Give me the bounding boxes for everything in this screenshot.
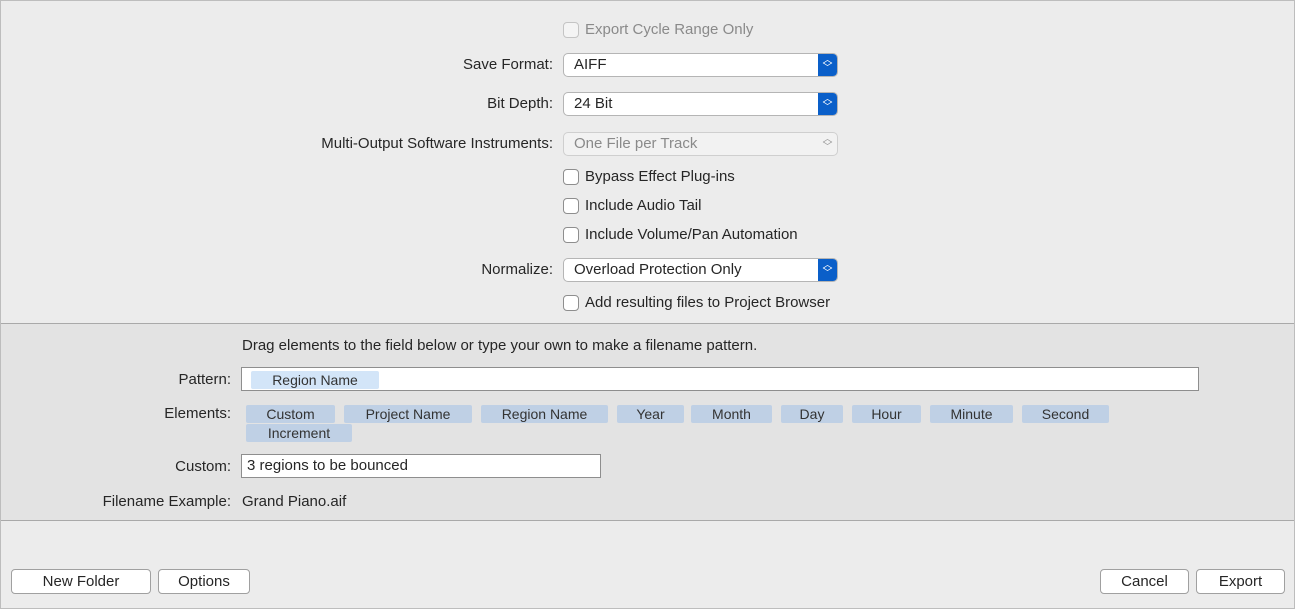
normalize-popup[interactable]: Overload Protection Only ︿ ﹀ [563,258,838,282]
include-audio-tail-checkbox[interactable]: Include Audio Tail [563,197,701,214]
checkbox-label: Bypass Effect Plug-ins [585,168,735,185]
add-to-browser-checkbox[interactable]: Add resulting files to Project Browser [563,294,830,311]
chevron-updown-icon: ︿ ﹀ [818,93,837,115]
include-automation-checkbox[interactable]: Include Volume/Pan Automation [563,226,798,243]
multi-output-label: Multi-Output Software Instruments: [321,135,553,152]
chevron-updown-icon: ︿ ﹀ [818,259,837,281]
pattern-field[interactable]: Region Name [241,367,1199,391]
checkbox-box [563,21,579,38]
normalize-label: Normalize: [481,261,553,278]
element-increment[interactable]: Increment [246,424,352,442]
custom-label: Custom: [175,458,231,475]
options-button[interactable]: Options [158,569,250,594]
filename-example-value: Grand Piano.aif [242,493,347,510]
element-second[interactable]: Second [1022,405,1109,423]
save-format-popup[interactable]: AIFF ︿ ﹀ [563,53,838,77]
element-month[interactable]: Month [691,405,772,423]
custom-input[interactable]: 3 regions to be bounced [241,454,601,478]
checkbox-label: Include Audio Tail [585,197,702,214]
checkbox-box [563,226,579,243]
new-folder-button[interactable]: New Folder [11,569,151,594]
element-region-name[interactable]: Region Name [481,405,608,423]
checkbox-box [563,168,579,185]
chevron-updown-icon: ︿ ﹀ [818,54,837,76]
save-format-label: Save Format: [462,56,553,73]
chevron-updown-icon: ︿ ﹀ [822,134,833,153]
element-minute[interactable]: Minute [930,405,1013,423]
export-button[interactable]: Export [1196,569,1285,594]
popup-value: 24 Bit [574,95,613,112]
element-day[interactable]: Day [781,405,843,423]
multi-output-popup[interactable]: One File per Track ︿ ﹀ [563,132,838,156]
checkbox-box [563,197,579,214]
checkbox-label: Include Volume/Pan Automation [585,226,798,243]
element-hour[interactable]: Hour [852,405,921,423]
checkbox-label: Add resulting files to Project Browser [585,294,831,311]
filename-instructions: Drag elements to the field below or type… [242,337,758,354]
elements-label: Elements: [164,405,231,422]
element-year[interactable]: Year [617,405,684,423]
bit-depth-popup[interactable]: 24 Bit ︿ ﹀ [563,92,838,116]
pattern-label: Pattern: [178,371,231,388]
element-custom[interactable]: Custom [246,405,335,423]
element-project-name[interactable]: Project Name [344,405,472,423]
popup-value: Overload Protection Only [574,261,742,278]
export-cycle-range-checkbox[interactable]: Export Cycle Range Only [563,21,753,38]
popup-value: One File per Track [574,135,698,152]
cancel-button[interactable]: Cancel [1100,569,1189,594]
pattern-token[interactable]: Region Name [251,371,379,389]
checkbox-label: Export Cycle Range Only [585,21,754,38]
bit-depth-label: Bit Depth: [487,95,553,112]
checkbox-box [563,294,579,311]
filename-example-label: Filename Example: [102,493,231,510]
popup-value: AIFF [574,56,607,73]
bypass-effects-checkbox[interactable]: Bypass Effect Plug-ins [563,168,735,185]
